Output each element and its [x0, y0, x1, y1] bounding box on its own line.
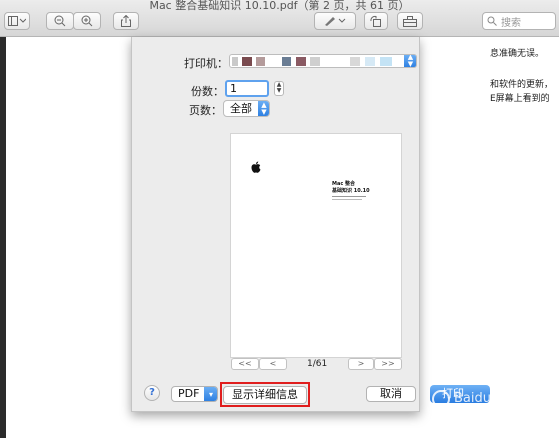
- printer-name-redacted: [296, 57, 306, 66]
- printer-name-redacted: [232, 57, 238, 66]
- printer-name-redacted: [282, 57, 291, 66]
- previous-page-button[interactable]: <: [259, 358, 287, 370]
- page-indicator: 1/61: [307, 359, 328, 369]
- printer-name-redacted: [365, 57, 375, 66]
- preview-title-line: Mac 整合: [332, 181, 356, 187]
- pdf-menu-button[interactable]: PDF ▾: [171, 386, 218, 402]
- search-field[interactable]: 搜索: [482, 12, 556, 30]
- printer-select[interactable]: ▲ ▼: [229, 54, 417, 68]
- popup-arrows-icon: ▲ ▼: [404, 55, 416, 67]
- zoom-out-button[interactable]: [46, 12, 74, 30]
- window-toolbar: Mac 整合基础知识 10.10.pdf（第 2 页，共 61 页） 搜索: [0, 0, 559, 37]
- document-text-line: 和软件的更新，: [490, 80, 554, 90]
- sidebar-toggle-button[interactable]: [4, 12, 30, 30]
- printer-name-redacted: [350, 57, 360, 66]
- search-placeholder: 搜索: [501, 17, 521, 29]
- first-page-button[interactable]: <<: [231, 358, 259, 370]
- document-text-line: E屏幕上看到的: [490, 94, 550, 104]
- markup-button[interactable]: [314, 12, 356, 30]
- rotate-icon: [370, 15, 381, 27]
- chevron-down-icon: ▾: [204, 387, 217, 401]
- help-button[interactable]: ?: [144, 385, 160, 401]
- preview-subtitle: [332, 196, 366, 200]
- pages-select-value: 全部: [230, 102, 252, 115]
- pdf-label: PDF: [178, 387, 200, 400]
- preview-title-line: 基础知识 10.10: [332, 188, 370, 194]
- printer-name-redacted: [380, 57, 392, 66]
- cancel-button[interactable]: 取消: [366, 386, 416, 402]
- zoom-in-icon: [81, 15, 93, 27]
- toolbox-icon: [403, 15, 417, 27]
- watermark-text: Baidu 经验: [454, 391, 522, 406]
- sidebar-icon: [8, 16, 26, 26]
- copies-label: 份数：: [191, 85, 224, 98]
- document-text-line: 息准确无误。: [490, 49, 545, 59]
- preview-title: Mac 整合 基础知识 10.10: [332, 181, 370, 195]
- apple-logo-icon: [251, 161, 261, 176]
- search-icon: [487, 16, 497, 26]
- highlight-annotation: [220, 382, 310, 407]
- toolbox-button[interactable]: [397, 12, 423, 30]
- pen-icon: [325, 17, 346, 26]
- printer-name-redacted: [310, 57, 320, 66]
- share-button[interactable]: [113, 12, 139, 30]
- printer-name-redacted: [242, 57, 252, 66]
- pages-label: 页数：: [189, 104, 222, 117]
- next-page-button[interactable]: >: [348, 358, 374, 370]
- paw-icon: [432, 390, 450, 408]
- printer-name-redacted: [256, 57, 265, 66]
- share-icon: [121, 15, 131, 27]
- print-dialog: 打印机： ▲ ▼ 份数： 1 ▲ ▼ 页数： 全部 ▲ ▼ Mac 整合 基础知…: [131, 37, 490, 412]
- zoom-in-button[interactable]: [73, 12, 101, 30]
- popup-arrows-icon: ▲ ▼: [258, 101, 269, 116]
- zoom-out-icon: [54, 15, 66, 27]
- printer-label: 打印机：: [184, 57, 228, 70]
- watermark: Baidu 经验: [426, 384, 559, 414]
- rotate-button[interactable]: [364, 12, 388, 30]
- print-preview-page: Mac 整合 基础知识 10.10: [230, 133, 402, 358]
- stepper-down-icon[interactable]: ▼: [275, 88, 283, 94]
- pages-select[interactable]: 全部 ▲ ▼: [223, 100, 270, 117]
- copies-stepper[interactable]: ▲ ▼: [274, 81, 284, 96]
- last-page-button[interactable]: >>: [374, 358, 402, 370]
- copies-input[interactable]: 1: [225, 80, 269, 97]
